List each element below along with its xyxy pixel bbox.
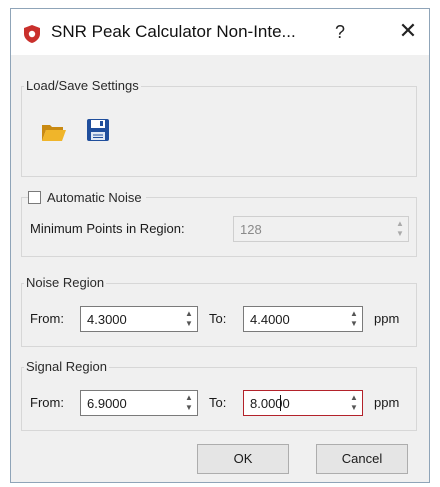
signal-region-group: Signal Region From: 6.9000 ▲ ▼ To: 8.000… (21, 359, 417, 431)
noise-to-spinbox[interactable]: 4.4000 ▲ ▼ (243, 306, 363, 332)
dialog-body: Load/Save Settings Automatic Noise Minim… (11, 55, 429, 482)
noise-region-group: Noise Region From: 4.3000 ▲ ▼ To: 4.4000… (21, 275, 417, 347)
noise-from-spinbox[interactable]: 4.3000 ▲ ▼ (80, 306, 198, 332)
signal-to-spin-arrows[interactable]: ▲ ▼ (349, 393, 359, 413)
spin-up-icon[interactable]: ▲ (185, 310, 193, 318)
noise-from-label: From: (30, 311, 64, 326)
automatic-noise-checkbox[interactable] (28, 190, 41, 204)
noise-to-label: To: (209, 311, 227, 326)
automatic-noise-toggle[interactable]: Automatic Noise (28, 189, 146, 205)
spin-down-icon[interactable]: ▼ (185, 404, 193, 412)
load-save-title: Load/Save Settings (24, 78, 141, 94)
noise-region-title: Noise Region (24, 275, 107, 291)
signal-from-value: 6.9000 (87, 396, 127, 411)
dialog-window: SNR Peak Calculator Non-Inte... ? ✕ Load… (10, 8, 430, 483)
ok-button[interactable]: OK (197, 444, 289, 474)
spin-up-icon[interactable]: ▲ (350, 310, 358, 318)
cancel-button[interactable]: Cancel (316, 444, 408, 474)
signal-to-value: 8.0000 (250, 396, 290, 411)
min-points-label: Minimum Points in Region: (30, 221, 185, 236)
spin-down-icon[interactable]: ▼ (350, 320, 358, 328)
signal-from-spin-arrows[interactable]: ▲ ▼ (184, 393, 194, 413)
spin-up-icon: ▲ (396, 219, 404, 228)
spin-down-icon: ▼ (396, 229, 404, 238)
spin-up-icon[interactable]: ▲ (350, 394, 358, 402)
noise-unit-label: ppm (374, 311, 400, 326)
load-save-group: Load/Save Settings (21, 78, 417, 177)
close-button[interactable]: ✕ (395, 18, 421, 44)
spin-down-icon[interactable]: ▼ (350, 404, 358, 412)
app-icon (24, 25, 40, 43)
signal-unit-label: ppm (374, 395, 400, 410)
signal-to-label: To: (209, 395, 227, 410)
folder-open-icon[interactable] (41, 119, 67, 145)
min-points-spinbox: 128 ▲ ▼ (233, 216, 409, 242)
noise-from-value: 4.3000 (87, 312, 127, 327)
signal-to-spinbox[interactable]: 8.0000 ▲ ▼ (243, 390, 363, 416)
signal-region-title: Signal Region (24, 359, 109, 375)
min-points-value: 128 (240, 222, 262, 237)
automatic-noise-group: Automatic Noise Minimum Points in Region… (21, 189, 417, 257)
automatic-noise-label: Automatic Noise (47, 189, 142, 205)
spin-down-icon[interactable]: ▼ (185, 320, 193, 328)
text-caret (280, 395, 281, 411)
floppy-disk-icon[interactable] (85, 117, 111, 143)
noise-from-spin-arrows[interactable]: ▲ ▼ (184, 309, 194, 329)
window-title: SNR Peak Calculator Non-Inte... (51, 22, 296, 41)
spin-up-icon[interactable]: ▲ (185, 394, 193, 402)
noise-to-value: 4.4000 (250, 312, 290, 327)
min-points-spin-arrows: ▲ ▼ (395, 219, 405, 239)
help-button[interactable]: ? (329, 20, 351, 44)
noise-to-spin-arrows[interactable]: ▲ ▼ (349, 309, 359, 329)
signal-from-spinbox[interactable]: 6.9000 ▲ ▼ (80, 390, 198, 416)
signal-from-label: From: (30, 395, 64, 410)
title-bar: SNR Peak Calculator Non-Inte... ? ✕ (11, 9, 429, 55)
